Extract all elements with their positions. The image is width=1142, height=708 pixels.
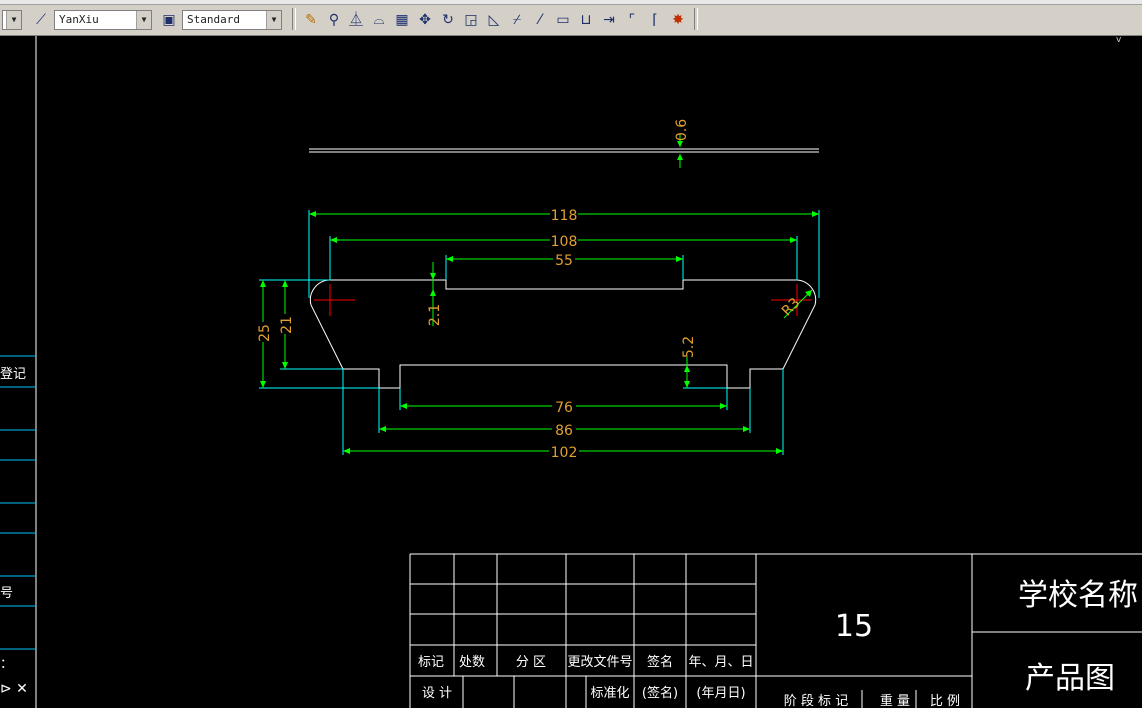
linetype-select[interactable]: YanXiu ▼ [54, 10, 152, 30]
left-label-colon: ： [0, 657, 13, 672]
header-date: 年、月、日 [688, 655, 753, 670]
drawing-canvas[interactable]: 登记 号 ： ⊳ ✕ v 0.6 118 108 55 25 21 2.1 5.… [0, 36, 1142, 708]
dim-slot-depth: 2.1 [427, 304, 443, 326]
dim-step-5-2: 5.2 [681, 336, 697, 358]
row-design: 设 计 [422, 686, 452, 701]
weight-label: 重 量 [880, 693, 910, 708]
array-icon[interactable]: ▦ [393, 11, 411, 29]
dim-thickness: 0.6 [674, 119, 690, 141]
trim-icon[interactable]: ⌿ [508, 11, 526, 29]
left-panel-grid [0, 355, 36, 650]
dim-bottom-76: 76 [555, 400, 573, 416]
dim-slot-55: 55 [555, 253, 573, 269]
stage-mark-label: 阶 段 标 记 [784, 694, 848, 708]
explode-tool-icon[interactable]: ✸ [669, 11, 687, 29]
row-standardization: 标准化 [590, 686, 629, 701]
join-icon[interactable]: ⊔ [577, 11, 595, 29]
header-mark: 标记 [418, 655, 444, 670]
toolbar-separator [292, 8, 296, 30]
linetype-value: YanXiu [59, 13, 99, 26]
measure-icon[interactable]: ⚲ [325, 11, 343, 29]
chamfer-icon[interactable]: ⇥ [600, 11, 618, 29]
dimension-arrows [260, 211, 819, 454]
dim-radius: R3 [779, 295, 803, 319]
offset-icon[interactable]: ⌓ [370, 11, 388, 29]
extend-icon[interactable]: ⁄ [531, 11, 549, 29]
scale-icon[interactable]: ◲ [462, 11, 480, 29]
header-change-doc: 更改文件号 [567, 655, 632, 670]
menu-strip [0, 0, 1142, 5]
dim-bottom-86: 86 [555, 423, 573, 439]
title-block-school-name: 学校名称 [1018, 578, 1138, 613]
title-block-drawing-name: 产品图 [1025, 661, 1115, 696]
dimstyle-select[interactable]: Standard ▼ [182, 10, 282, 30]
extension-lines [259, 210, 820, 455]
dim-overall-118: 118 [551, 208, 578, 224]
plate-profile [309, 134, 819, 168]
header-count: 处数 [459, 655, 485, 670]
ucs-icon: ⊳ ✕ [0, 681, 28, 697]
dim-height-25: 25 [257, 324, 273, 342]
cad-toolbar: ▼ ⟋ YanXiu ▼ ▣ Standard ▼ ✎ ⚲ ⏅ ⌓ ▦ ✥ ↻ … [0, 0, 1142, 36]
break-icon[interactable]: ▭ [554, 11, 572, 29]
ratio-label: 比 例 [930, 694, 960, 708]
row-date: (年月日) [696, 686, 745, 701]
dimstyle-value: Standard [187, 13, 240, 26]
dim-bottom-102: 102 [551, 445, 578, 461]
explode-icon[interactable]: ⌈ [646, 11, 664, 29]
dim-height-21: 21 [279, 316, 295, 334]
scroll-indicator-icon: v [1116, 36, 1122, 45]
dimension-lines [262, 213, 819, 452]
part-outline [309, 279, 817, 389]
fillet-icon[interactable]: ⌜ [623, 11, 641, 29]
move-icon[interactable]: ✥ [416, 11, 434, 29]
mirror-icon[interactable]: ⏅ [347, 11, 365, 29]
header-signature: 签名 [647, 654, 673, 670]
title-block-scale-number: 15 [835, 609, 873, 644]
row-signature: (签名) [642, 685, 678, 701]
toolbar-separator [694, 8, 698, 30]
stretch-icon[interactable]: ◺ [485, 11, 503, 29]
left-label-number: 号 [0, 586, 13, 601]
left-label-register: 登记 [0, 367, 26, 382]
linetype-icon[interactable]: ⟋ [32, 11, 50, 29]
chevron-down-icon[interactable]: ▼ [266, 11, 281, 29]
chevron-down-icon[interactable]: ▼ [136, 11, 151, 29]
header-zone: 分 区 [516, 655, 546, 670]
dim-inner-108: 108 [551, 234, 578, 250]
dimstyle-icon[interactable]: ▣ [160, 11, 178, 29]
layer-dropdown[interactable]: ▼ [2, 10, 22, 30]
rotate-icon[interactable]: ↻ [439, 11, 457, 29]
pencil-icon[interactable]: ✎ [302, 11, 320, 29]
